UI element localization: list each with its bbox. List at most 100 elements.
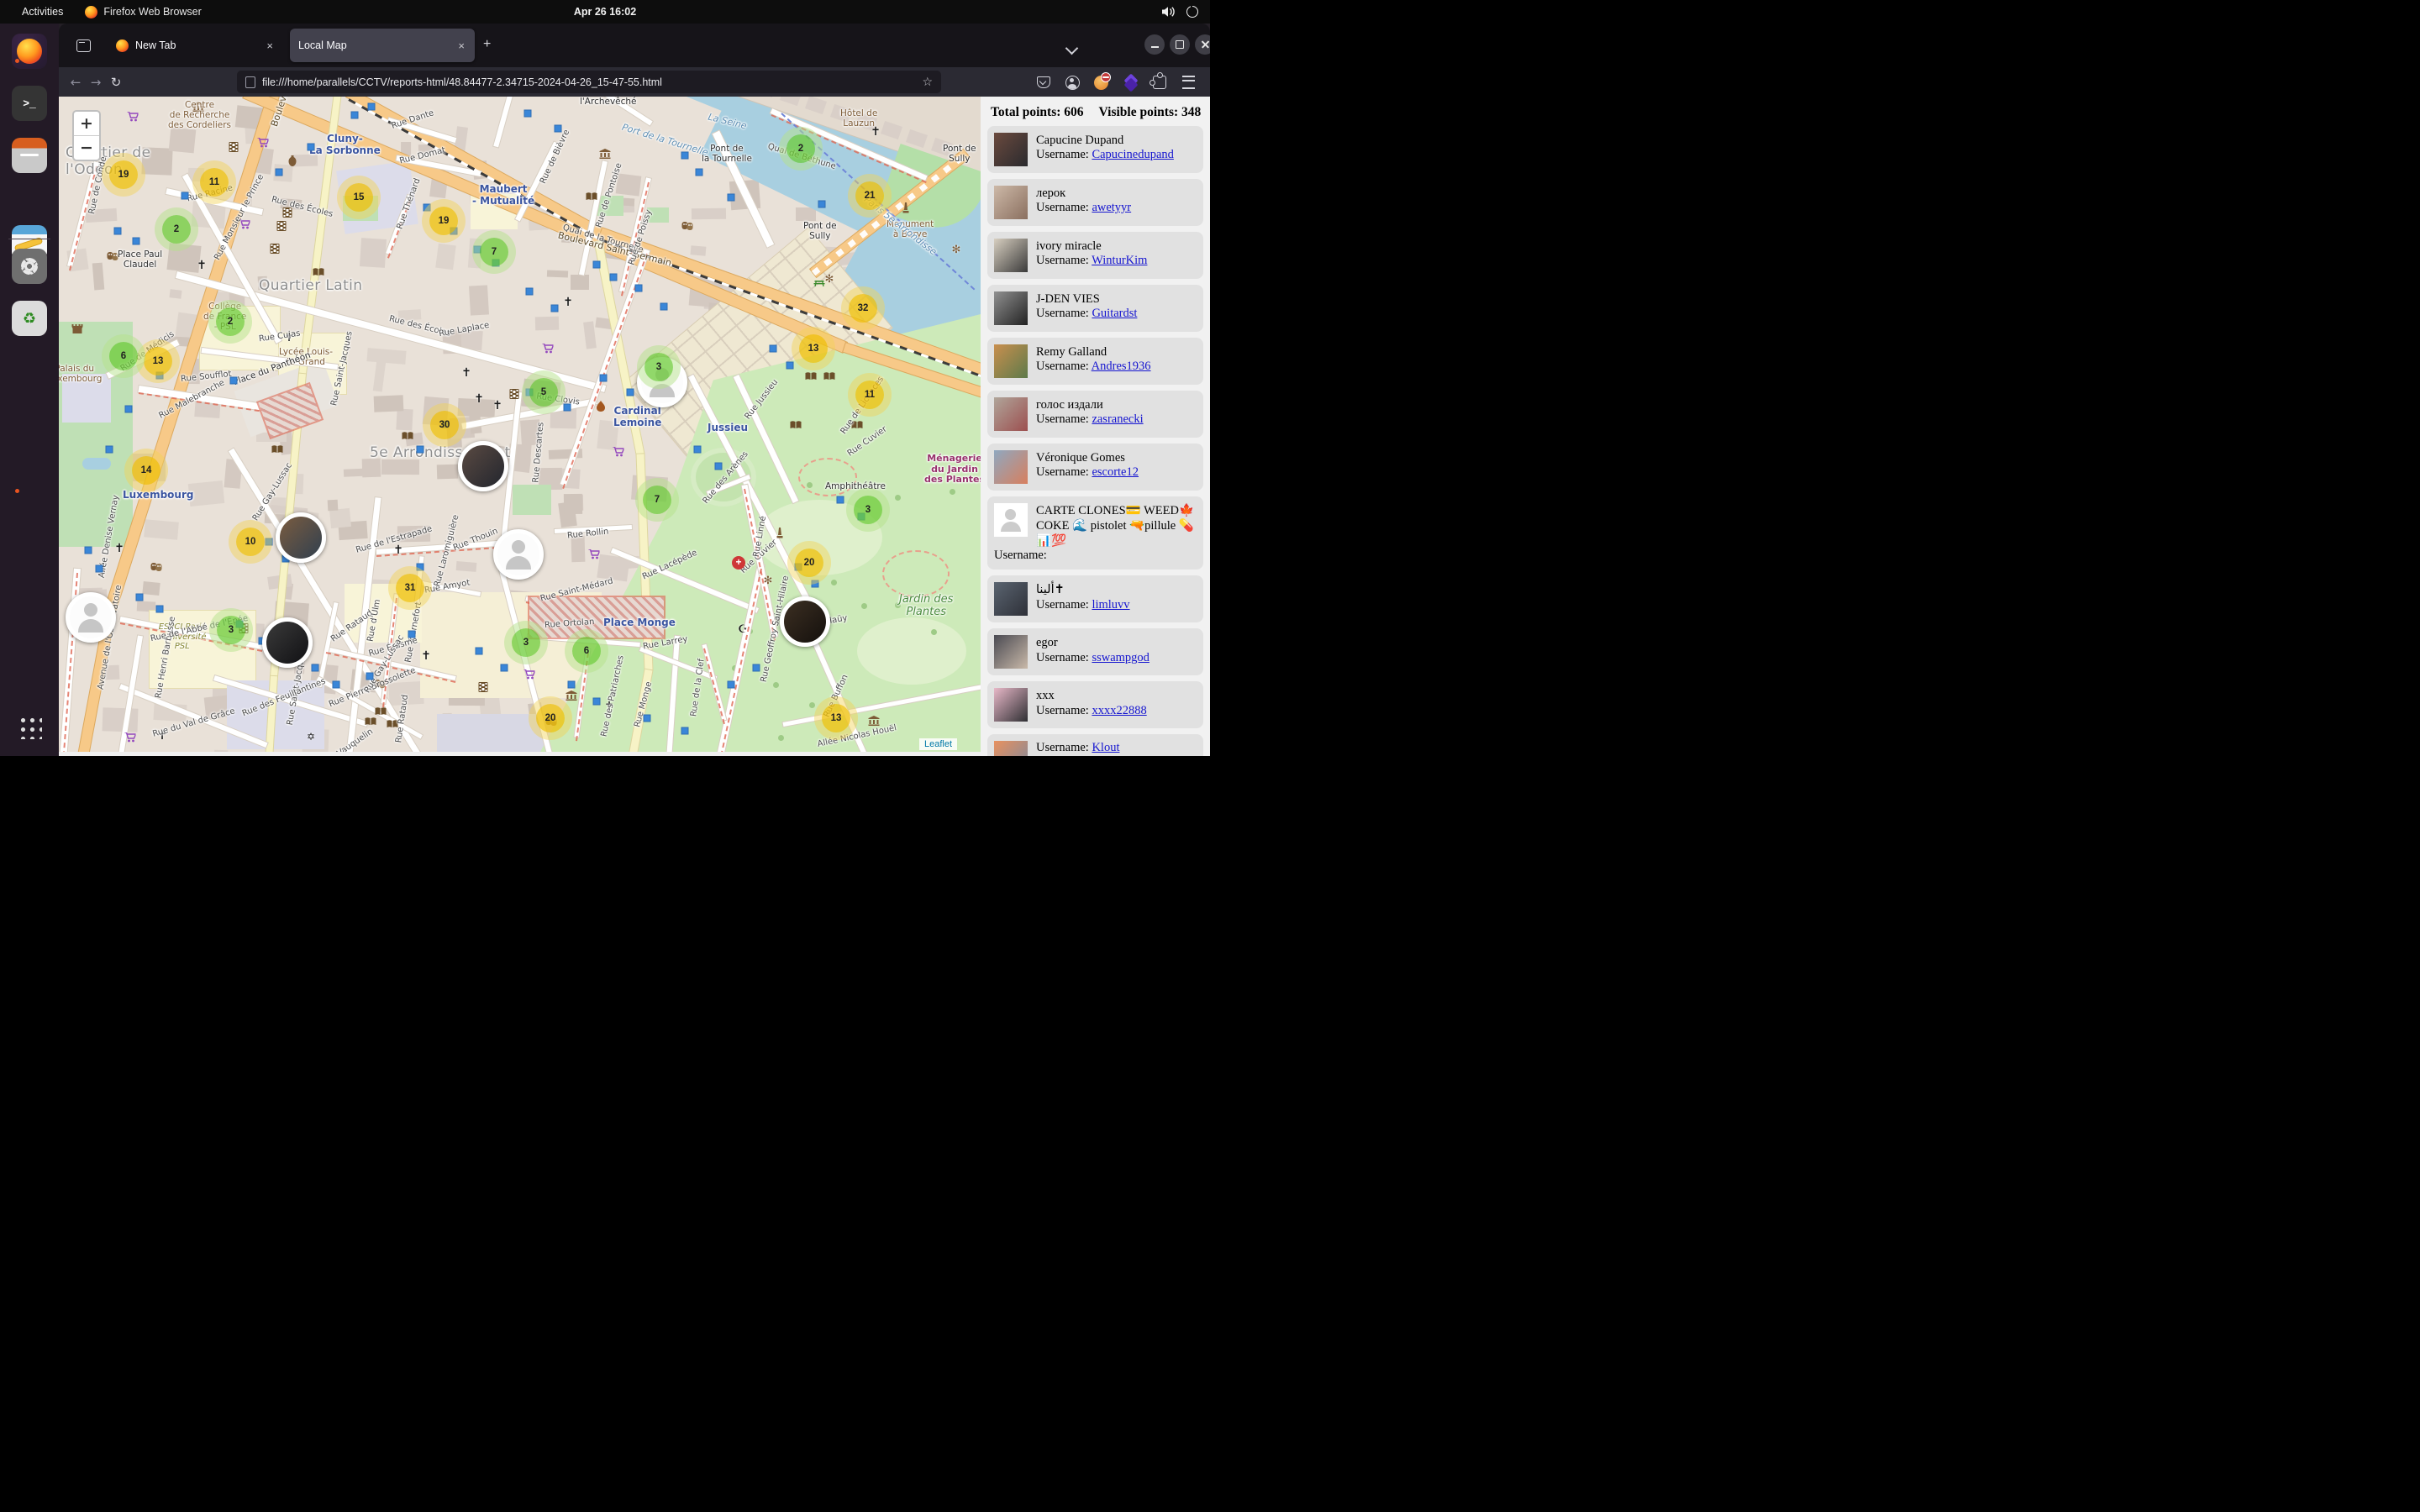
- person-card: J-DEN VIESUsername: Guitardst: [987, 285, 1203, 332]
- minimize-button[interactable]: [1144, 34, 1165, 55]
- marker-cluster[interactable]: 2: [216, 307, 245, 336]
- avatar-marker[interactable]: [458, 441, 508, 491]
- marker-cluster[interactable]: 10: [236, 528, 265, 556]
- username-link[interactable]: Klout: [1092, 741, 1119, 754]
- marker-cluster[interactable]: 19: [109, 160, 138, 189]
- avatar-marker[interactable]: [262, 617, 313, 668]
- marker-cluster[interactable]: 2: [162, 215, 191, 244]
- dock-terminal[interactable]: >_: [12, 86, 47, 121]
- map-label: Rue de Bièvre: [539, 129, 572, 186]
- close-tab-icon[interactable]: ×: [265, 39, 275, 52]
- marker-cluster[interactable]: 20: [536, 704, 565, 732]
- building: [535, 316, 559, 330]
- marker-cluster[interactable]: 3: [854, 496, 882, 524]
- marker-cluster[interactable]: 14: [132, 456, 160, 485]
- marker-cluster[interactable]: 7: [480, 238, 508, 266]
- cctv-point: [418, 564, 424, 570]
- report-sidebar: Total points: 606 Visible points: 348 Ca…: [981, 97, 1210, 756]
- marker-cluster[interactable]: 32: [849, 294, 877, 323]
- zoom-in-button[interactable]: +: [74, 112, 99, 135]
- marker-cluster[interactable]: 13: [799, 334, 828, 363]
- marker-cluster[interactable]: 31: [396, 574, 424, 602]
- username-link[interactable]: WinturKim: [1092, 254, 1147, 267]
- marker-cluster[interactable]: 3: [644, 353, 673, 381]
- gear-icon: [21, 258, 38, 275]
- volume-icon[interactable]: [1161, 6, 1175, 18]
- avatar-marker[interactable]: [276, 512, 326, 563]
- cctv-point: [308, 144, 314, 150]
- marker-cluster[interactable]: 13: [822, 704, 850, 732]
- account-button[interactable]: [1064, 74, 1081, 91]
- avatar-marker[interactable]: [66, 592, 116, 643]
- marker-cluster[interactable]: 3: [512, 628, 540, 657]
- dock-trash[interactable]: ♻: [12, 301, 47, 336]
- avatar-marker[interactable]: [780, 596, 830, 647]
- purple-extension-button[interactable]: [1123, 74, 1139, 91]
- tree: [778, 735, 784, 741]
- username-link[interactable]: escorte12: [1092, 465, 1139, 479]
- close-tab-icon[interactable]: ×: [456, 39, 466, 52]
- username-link[interactable]: sswampgod: [1092, 651, 1149, 664]
- zoom-out-button[interactable]: −: [74, 135, 99, 160]
- person-card: ألينا✝Username: limluvv: [987, 575, 1203, 622]
- menu-button[interactable]: [1180, 74, 1197, 91]
- firefox-view-button[interactable]: [72, 35, 94, 55]
- username-link[interactable]: zasranecki: [1092, 412, 1143, 426]
- dock-settings[interactable]: [12, 249, 47, 284]
- forward-button[interactable]: →: [86, 75, 106, 90]
- cctv-point: [636, 286, 642, 291]
- marker-cluster[interactable]: 20: [795, 549, 823, 577]
- focused-app-indicator[interactable]: Firefox Web Browser: [85, 6, 201, 18]
- marker-cluster[interactable]: 5: [529, 378, 558, 407]
- marker-cluster[interactable]: 30: [430, 411, 459, 439]
- adblock-extension-button[interactable]: [1092, 74, 1109, 91]
- username-link[interactable]: limluvv: [1092, 598, 1129, 612]
- restore-button[interactable]: [1170, 34, 1190, 55]
- reload-button[interactable]: ↻: [106, 75, 126, 90]
- marker-cluster[interactable]: 19: [429, 207, 458, 235]
- marker-cluster[interactable]: 7: [643, 486, 671, 514]
- leaflet-link[interactable]: Leaflet: [924, 739, 952, 749]
- marker-cluster[interactable]: 11: [200, 168, 229, 197]
- marker-cluster[interactable]: 6: [109, 342, 138, 370]
- marker-cluster[interactable]: 11: [855, 381, 884, 409]
- tree: [809, 702, 815, 708]
- tree: [950, 489, 955, 495]
- clock[interactable]: Apr 26 16:02: [574, 6, 636, 18]
- marker-cluster[interactable]: 3: [217, 616, 245, 644]
- map-label: Place Monge: [603, 617, 676, 629]
- marker-cluster[interactable]: 13: [144, 347, 172, 375]
- marker-cluster[interactable]: 2: [786, 134, 815, 163]
- dock-firefox[interactable]: [12, 34, 47, 69]
- url-text[interactable]: file:///home/parallels/CCTV/reports-html…: [262, 76, 662, 88]
- dock-files[interactable]: [12, 138, 47, 173]
- show-applications-button[interactable]: [12, 709, 47, 744]
- tab-local-map[interactable]: Local Map ×: [290, 29, 475, 62]
- marker-cluster[interactable]: 21: [855, 181, 884, 210]
- new-tab-button[interactable]: +: [483, 37, 491, 52]
- extensions-button[interactable]: [1151, 74, 1168, 91]
- red-plus-marker[interactable]: [732, 556, 745, 570]
- total-points: Total points: 606: [991, 105, 1084, 120]
- list-tabs-chevron-icon[interactable]: [1065, 42, 1079, 55]
- url-bar[interactable]: file:///home/parallels/CCTV/reports-html…: [237, 71, 941, 93]
- building: [381, 459, 418, 475]
- marker-cluster[interactable]: 15: [345, 183, 373, 212]
- power-icon[interactable]: [1186, 6, 1198, 18]
- marker-cluster[interactable]: 6: [572, 637, 601, 665]
- activities-button[interactable]: Activities: [22, 6, 63, 18]
- person-card: Username: Klout: [987, 734, 1203, 756]
- username-link[interactable]: Guitardst: [1092, 307, 1137, 320]
- close-button[interactable]: [1195, 34, 1210, 55]
- avatar-marker[interactable]: [493, 529, 544, 580]
- account-icon: [1065, 76, 1080, 90]
- pocket-button[interactable]: [1035, 74, 1052, 91]
- username-link[interactable]: awetyyr: [1092, 201, 1131, 214]
- username-link[interactable]: Andres1936: [1092, 360, 1151, 373]
- map[interactable]: ✝✝✝✝✝✝✝✝✝✝✝✝✡☪✻✻✻→→→→→→→→→→Quartier de l…: [59, 97, 981, 752]
- tab-new-tab[interactable]: New Tab ×: [108, 29, 283, 62]
- username-link[interactable]: xxxx22888: [1092, 704, 1146, 717]
- bookmark-star-icon[interactable]: ☆: [922, 76, 933, 89]
- username-link[interactable]: Capucinedupand: [1092, 148, 1173, 161]
- back-button[interactable]: ←: [66, 75, 86, 90]
